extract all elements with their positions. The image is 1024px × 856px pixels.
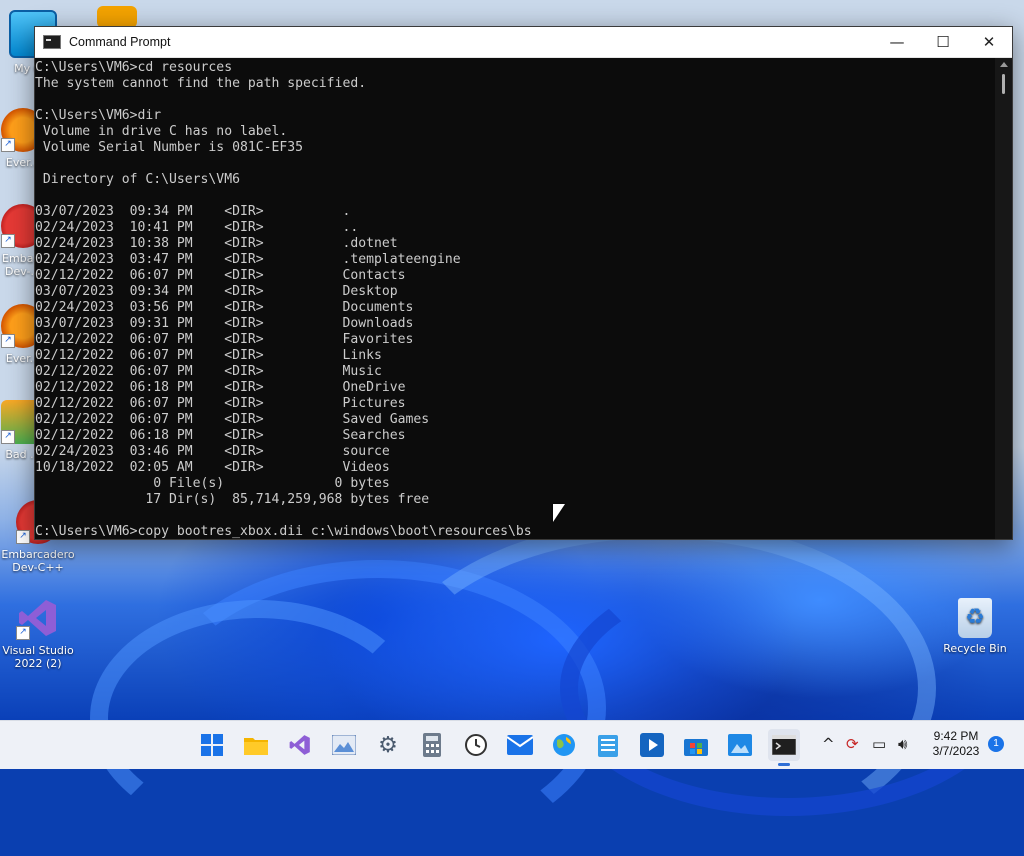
terminal-icon — [43, 35, 61, 49]
desktop-icon-recycle-bin[interactable]: ♻ Recycle Bin — [938, 598, 1012, 655]
console-line: Directory of C:\Users\VM6 — [35, 172, 240, 187]
shortcut-arrow-icon: ↗ — [1, 430, 15, 444]
console-line: C:\Users\VM6>copy bootres_xbox.dii c:\wi… — [35, 524, 532, 539]
taskbar-command-prompt[interactable] — [768, 729, 800, 766]
globe-icon — [553, 734, 575, 756]
clock-icon — [465, 734, 487, 756]
taskbar-store[interactable] — [680, 729, 712, 761]
shortcut-arrow-icon: ↗ — [16, 530, 30, 544]
network-icon[interactable]: ▭ — [872, 735, 886, 753]
console-line: C:\Users\VM6>cd resources — [35, 60, 233, 75]
mail-icon — [507, 735, 533, 755]
taskbar: ⚙ ^ ⟳ ▭ 🔊︎ 9:42 PM 3/7/2023 — [0, 720, 1024, 769]
gear-icon: ⚙ — [378, 732, 398, 758]
console-line: 02/24/2023 03:56 PM <DIR> Documents — [35, 300, 414, 315]
close-button[interactable]: ✕ — [966, 27, 1012, 57]
vertical-scrollbar[interactable] — [995, 58, 1012, 539]
taskbar-start-button[interactable] — [196, 729, 228, 761]
system-clock[interactable]: 9:42 PM 3/7/2023 — [926, 729, 986, 759]
console-line: 10/18/2022 02:05 AM <DIR> Videos — [35, 460, 390, 475]
console-line: Volume Serial Number is 081C-EF35 — [35, 140, 304, 155]
taskbar-media-player[interactable] — [636, 729, 668, 761]
media-player-icon — [640, 733, 664, 757]
chevron-up-icon[interactable]: ^ — [822, 735, 835, 753]
taskbar-visual-studio[interactable] — [284, 729, 316, 761]
wallpaper-swirl — [90, 600, 426, 836]
console-text[interactable]: C:\Users\VM6>cd resources The system can… — [35, 58, 993, 539]
shortcut-arrow-icon: ↗ — [1, 234, 15, 248]
taskbar-photos[interactable] — [328, 729, 360, 761]
taskbar-maps[interactable] — [548, 729, 580, 761]
console-line: 02/12/2022 06:18 PM <DIR> OneDrive — [35, 380, 406, 395]
taskbar-file-explorer[interactable] — [240, 729, 272, 761]
calculator-icon — [423, 733, 441, 757]
frog-app-icon — [97, 6, 137, 28]
clock-date: 3/7/2023 — [932, 744, 980, 758]
scroll-up-arrow-icon[interactable] — [1000, 62, 1008, 67]
console-line: 02/12/2022 06:07 PM <DIR> Pictures — [35, 396, 406, 411]
console-line: 02/24/2023 03:46 PM <DIR> source — [35, 444, 390, 459]
console-line: 02/12/2022 06:07 PM <DIR> Links — [35, 348, 382, 363]
console-line: 02/24/2023 03:47 PM <DIR> .templateengin… — [35, 252, 461, 267]
desktop-icon-visual-studio[interactable]: ↗ Visual Studio 2022 (2) — [1, 596, 75, 670]
console-line: 0 File(s) 0 bytes — [35, 476, 390, 491]
console-line: 03/07/2023 09:31 PM <DIR> Downloads — [35, 316, 414, 331]
photos-icon — [332, 735, 356, 755]
desktop-icon-label: Visual Studio 2022 (2) — [2, 644, 74, 670]
console-line: 02/12/2022 06:07 PM <DIR> Favorites — [35, 332, 414, 347]
recycle-bin-icon: ♻ — [958, 598, 992, 638]
notification-badge[interactable]: 1 — [988, 736, 1004, 752]
store-icon — [684, 739, 708, 756]
command-prompt-window[interactable]: Command Prompt — ☐ ✕ C:\Users\VM6>cd res… — [34, 26, 1013, 540]
console-line: 02/12/2022 06:07 PM <DIR> Contacts — [35, 268, 406, 283]
console-line: Volume in drive C has no label. — [35, 124, 288, 139]
minimize-button[interactable]: — — [874, 27, 920, 57]
console-line: C:\Users\VM6>dir — [35, 108, 162, 123]
console-line: 02/12/2022 06:18 PM <DIR> Searches — [35, 428, 406, 443]
console-line: 02/12/2022 06:07 PM <DIR> Music — [35, 364, 382, 379]
console-line: 02/24/2023 10:38 PM <DIR> .dotnet — [35, 236, 398, 251]
console-output[interactable]: C:\Users\VM6>cd resources The system can… — [35, 58, 993, 539]
volume-icon[interactable]: 🔊︎ — [898, 735, 907, 753]
image-icon — [728, 734, 752, 756]
taskbar-calculator[interactable] — [416, 729, 448, 761]
window-title: Command Prompt — [69, 35, 171, 49]
taskbar-notepad[interactable] — [592, 729, 624, 761]
windows-start-icon — [201, 734, 223, 756]
taskbar-settings[interactable]: ⚙ — [372, 729, 404, 761]
notepad-icon — [598, 735, 618, 757]
taskbar-mail[interactable] — [504, 729, 536, 761]
taskbar-photo-viewer[interactable] — [724, 729, 756, 761]
active-indicator — [778, 763, 790, 766]
visual-studio-icon: ↗ — [16, 596, 60, 640]
terminal-icon — [772, 735, 796, 755]
desktop-icon-label: Recycle Bin — [943, 642, 1007, 655]
shortcut-arrow-icon: ↗ — [16, 626, 30, 640]
scrollbar-thumb[interactable] — [1002, 74, 1005, 94]
folder-icon — [244, 738, 268, 755]
desktop-icon-label: Embarcadero Dev-C++ — [1, 548, 75, 574]
visual-studio-icon — [289, 735, 310, 755]
clock-time: 9:42 PM — [933, 729, 979, 743]
sync-icon[interactable]: ⟳ — [846, 735, 859, 753]
console-line: 17 Dir(s) 85,714,259,968 bytes free — [35, 492, 430, 507]
window-titlebar[interactable]: Command Prompt — ☐ ✕ — [35, 27, 1012, 58]
shortcut-arrow-icon: ↗ — [1, 138, 15, 152]
console-line: 03/07/2023 09:34 PM <DIR> Desktop — [35, 284, 398, 299]
mouse-pointer-icon — [553, 504, 565, 522]
taskbar-clock-app[interactable] — [460, 729, 492, 761]
console-line: 03/07/2023 09:34 PM <DIR> . — [35, 204, 351, 219]
console-line: 02/24/2023 10:41 PM <DIR> .. — [35, 220, 359, 235]
console-line: The system cannot find the path specifie… — [35, 76, 367, 91]
shortcut-arrow-icon: ↗ — [1, 334, 15, 348]
maximize-button[interactable]: ☐ — [920, 27, 966, 57]
console-line: 02/12/2022 06:07 PM <DIR> Saved Games — [35, 412, 430, 427]
